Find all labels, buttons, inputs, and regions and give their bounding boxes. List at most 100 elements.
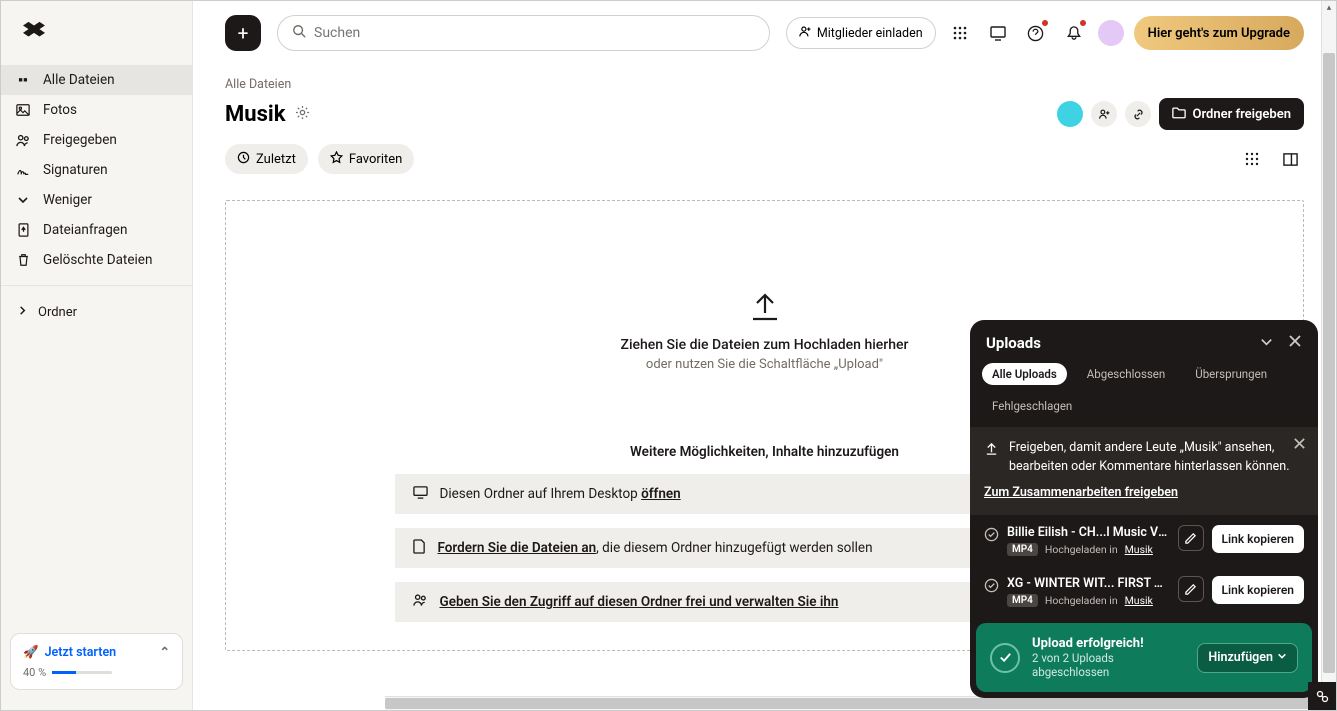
- upload-success-banner: Upload erfolgreich! 2 von 2 Uploads abge…: [976, 623, 1312, 692]
- nav-file-requests[interactable]: Dateianfragen: [1, 215, 192, 245]
- people-icon: [413, 593, 428, 611]
- add-label: Hinzufügen: [1208, 650, 1273, 665]
- banner-close-icon[interactable]: [1293, 437, 1306, 457]
- breadcrumb[interactable]: Alle Dateien: [225, 77, 1304, 92]
- progress-percent: 40 %: [23, 666, 46, 679]
- chevron-down-icon: [15, 194, 31, 206]
- copy-link-button[interactable]: Link kopieren: [1212, 525, 1304, 553]
- search-input[interactable]: [314, 25, 755, 41]
- option-text: Fordern Sie die Dateien an, die diesem O…: [438, 540, 873, 556]
- share-banner: Freigeben, damit andere Leute „Musik" an…: [970, 427, 1318, 515]
- add-member-icon[interactable]: [1091, 101, 1117, 127]
- file-request-icon: [15, 223, 31, 237]
- person-plus-icon: [799, 25, 812, 42]
- main: + Mitglieder einladen Hier geht's zum Up…: [193, 1, 1336, 710]
- upload-icon: [246, 291, 1283, 323]
- float-widget[interactable]: [1308, 682, 1336, 710]
- share-folder-button[interactable]: Ordner freigeben: [1159, 98, 1304, 130]
- invite-button[interactable]: Mitglieder einladen: [786, 17, 936, 49]
- file-name: XG - WINTER WIT... FIRST TAKE.mp4: [1007, 576, 1170, 591]
- tab-failed[interactable]: Fehlgeschlagen: [982, 395, 1082, 417]
- edit-button[interactable]: [1178, 525, 1204, 551]
- nav-label: Gelöschte Dateien: [43, 252, 152, 268]
- nav-label: Dateianfragen: [43, 222, 127, 238]
- collapse-icon[interactable]: [1259, 334, 1274, 353]
- add-button[interactable]: Hinzufügen: [1197, 643, 1298, 673]
- tab-all-uploads[interactable]: Alle Uploads: [982, 363, 1067, 385]
- uploads-title: Uploads: [986, 334, 1041, 352]
- copy-link-button[interactable]: Link kopieren: [1212, 576, 1304, 604]
- folder-icon: [1172, 106, 1186, 123]
- start-card[interactable]: 🚀Jetzt starten⌃ 40 %: [10, 633, 183, 690]
- clock-icon: [237, 151, 250, 168]
- link-icon[interactable]: [1125, 101, 1151, 127]
- desktop-icon[interactable]: [984, 19, 1012, 47]
- chevron-up-icon: ⌃: [160, 644, 170, 660]
- success-sub: 2 von 2 Uploads abgeschlossen: [1032, 651, 1185, 679]
- check-icon: [984, 527, 999, 546]
- notification-dot: [1080, 20, 1086, 26]
- banner-text: Freigeben, damit andere Leute „Musik" an…: [1009, 440, 1290, 474]
- pill-label: Zuletzt: [256, 152, 296, 167]
- nav-shared[interactable]: Freigegeben: [1, 125, 192, 155]
- close-icon[interactable]: [1288, 334, 1302, 353]
- nav-label: Alle Dateien: [43, 72, 115, 88]
- nav-photos[interactable]: Fotos: [1, 95, 192, 125]
- trash-icon: [15, 253, 31, 267]
- check-icon: [984, 578, 999, 597]
- nav-list: ▪▪Alle Dateien Fotos Freigegeben Signatu…: [1, 65, 192, 623]
- banner-link[interactable]: Zum Zusammenarbeiten freigeben: [984, 484, 1178, 503]
- edit-button[interactable]: [1178, 576, 1204, 602]
- horizontal-scrollbar[interactable]: [385, 696, 1322, 710]
- upload-location[interactable]: Musik: [1125, 594, 1153, 607]
- folder-section[interactable]: Ordner: [1, 296, 192, 329]
- grid-view-icon[interactable]: [1238, 145, 1266, 173]
- chevron-down-icon: [1277, 650, 1287, 665]
- start-label: Jetzt starten: [45, 645, 117, 660]
- upload-location[interactable]: Musik: [1125, 543, 1153, 556]
- tab-skipped[interactable]: Übersprungen: [1185, 363, 1277, 385]
- file-badge: MP4: [1007, 543, 1038, 556]
- nav-deleted[interactable]: Gelöschte Dateien: [1, 245, 192, 275]
- help-icon[interactable]: [1022, 19, 1050, 47]
- chevron-right-icon: [17, 305, 28, 320]
- nav-less[interactable]: Weniger: [1, 185, 192, 215]
- pill-label: Favoriten: [349, 152, 402, 167]
- page-title: Musik: [225, 102, 285, 127]
- vertical-scrollbar[interactable]: ▴▾: [1321, 1, 1336, 696]
- share-label: Ordner freigeben: [1192, 107, 1291, 122]
- upgrade-button[interactable]: Hier geht's zum Upgrade: [1134, 16, 1304, 50]
- bell-icon[interactable]: [1060, 19, 1088, 47]
- success-check-icon: [990, 643, 1020, 673]
- sidebar: ▪▪Alle Dateien Fotos Freigegeben Signatu…: [1, 1, 193, 710]
- nav-label: Signaturen: [43, 162, 108, 178]
- create-button[interactable]: +: [225, 15, 261, 51]
- plus-icon: +: [238, 22, 249, 45]
- upgrade-label: Hier geht's zum Upgrade: [1148, 26, 1290, 41]
- nav-signatures[interactable]: Signaturen: [1, 155, 192, 185]
- file-name: Billie Eilish - CH...l Music Video).mp4: [1007, 525, 1170, 540]
- avatar[interactable]: [1098, 20, 1124, 46]
- dropbox-icon[interactable]: [23, 20, 45, 46]
- panel-view-icon[interactable]: [1276, 145, 1304, 173]
- invite-label: Mitglieder einladen: [817, 26, 923, 41]
- upload-item: Billie Eilish - CH...l Music Video).mp4 …: [970, 515, 1318, 566]
- nav-all-files[interactable]: ▪▪Alle Dateien: [1, 65, 192, 95]
- option-text: Geben Sie den Zugriff auf diesen Ordner …: [440, 594, 839, 610]
- apps-icon[interactable]: [946, 19, 974, 47]
- upload-item: XG - WINTER WIT... FIRST TAKE.mp4 MP4Hoc…: [970, 566, 1318, 617]
- gear-icon[interactable]: [295, 105, 310, 124]
- member-avatar[interactable]: [1057, 101, 1083, 127]
- option-text: Diesen Ordner auf Ihrem Desktop öffnen: [440, 486, 681, 502]
- nav-label: Fotos: [43, 102, 77, 118]
- search-box[interactable]: [277, 15, 770, 51]
- recent-pill[interactable]: Zuletzt: [225, 144, 308, 174]
- signature-icon: [15, 163, 31, 177]
- tab-completed[interactable]: Abgeschlossen: [1077, 363, 1175, 385]
- notification-dot: [1042, 20, 1048, 26]
- share-icon: [984, 441, 999, 463]
- people-icon: [15, 133, 31, 148]
- upload-location-prefix: Hochgeladen in: [1045, 594, 1118, 607]
- success-title: Upload erfolgreich!: [1032, 636, 1185, 651]
- favorites-pill[interactable]: Favoriten: [318, 144, 414, 174]
